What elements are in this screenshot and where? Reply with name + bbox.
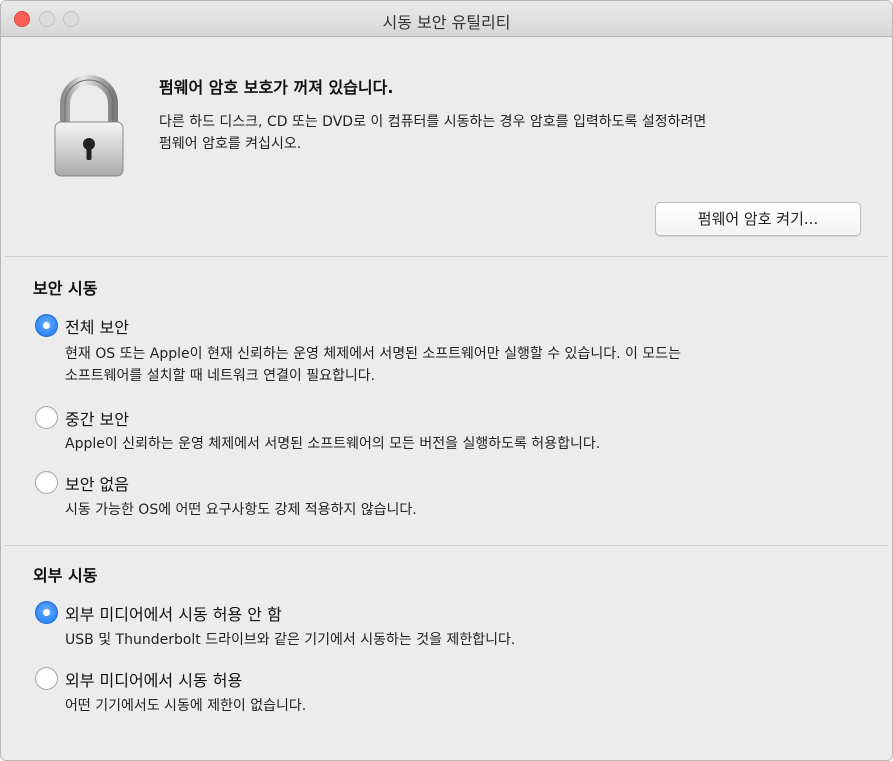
option-description-line: USB 및 Thunderbolt 드라이브와 같은 기기에서 시동하는 것을 … — [65, 632, 516, 648]
lock-icon — [54, 75, 124, 177]
no-security-label[interactable]: 보안 없음 — [65, 471, 129, 495]
turn-on-firmware-password-button[interactable]: 펌웨어 암호 켜기... — [655, 202, 861, 236]
option-description-line: Apple이 신뢰하는 운영 체제에서 서명된 소프트웨어의 모든 버전을 실행… — [65, 436, 601, 452]
medium-security-radio[interactable] — [35, 406, 58, 429]
allow-external-boot-label[interactable]: 외부 미디어에서 시동 허용 — [65, 667, 242, 691]
section-divider — [5, 545, 888, 546]
option-description-line: 시동 가능한 OS에 어떤 요구사항도 강제 적용하지 않습니다. — [65, 502, 417, 518]
option-description-line: 현재 OS 또는 Apple이 현재 신뢰하는 운영 체제에서 서명된 소프트웨… — [65, 346, 681, 362]
allow-external-boot-description: 어떤 기기에서도 시동에 제한이 없습니다. — [65, 695, 845, 717]
disallow-external-boot-label[interactable]: 외부 미디어에서 시동 허용 안 함 — [65, 601, 282, 625]
external-boot-heading: 외부 시동 — [33, 566, 98, 585]
firmware-status-heading: 펌웨어 암호 보호가 꺼져 있습니다. — [159, 78, 394, 97]
title-bar: 시동 보안 유틸리티 — [1, 1, 892, 37]
section-divider — [5, 256, 888, 257]
startup-security-window: 시동 보안 유틸리티 펌웨어 암호 보호가 꺼져 있습니다. 다른 하드 디스크… — [0, 0, 893, 761]
disallow-external-boot-radio[interactable] — [35, 601, 58, 624]
allow-external-boot-radio[interactable] — [35, 667, 58, 690]
firmware-description-line: 다른 하드 디스크, CD 또는 DVD로 이 컴퓨터를 시동하는 경우 암호를… — [159, 114, 707, 130]
firmware-description: 다른 하드 디스크, CD 또는 DVD로 이 컴퓨터를 시동하는 경우 암호를… — [159, 111, 859, 155]
window-title: 시동 보안 유틸리티 — [382, 13, 511, 32]
full-security-description: 현재 OS 또는 Apple이 현재 신뢰하는 운영 체제에서 서명된 소프트웨… — [65, 343, 845, 387]
full-security-radio[interactable] — [35, 314, 58, 337]
secure-boot-heading: 보안 시동 — [33, 279, 98, 298]
option-description-line: 소프트웨어를 설치할 때 네트워크 연결이 필요합니다. — [65, 368, 376, 384]
no-security-description: 시동 가능한 OS에 어떤 요구사항도 강제 적용하지 않습니다. — [65, 499, 845, 521]
no-security-radio[interactable] — [35, 471, 58, 494]
full-security-label[interactable]: 전체 보안 — [65, 314, 129, 338]
window-content: 펌웨어 암호 보호가 꺼져 있습니다. 다른 하드 디스크, CD 또는 DVD… — [5, 38, 888, 756]
firmware-description-line: 펌웨어 암호를 켜십시오. — [159, 136, 302, 152]
firmware-password-section: 펌웨어 암호 보호가 꺼져 있습니다. 다른 하드 디스크, CD 또는 DVD… — [5, 38, 888, 256]
medium-security-description: Apple이 신뢰하는 운영 체제에서 서명된 소프트웨어의 모든 버전을 실행… — [65, 433, 845, 455]
medium-security-label[interactable]: 중간 보안 — [65, 406, 129, 430]
option-description-line: 어떤 기기에서도 시동에 제한이 없습니다. — [65, 698, 307, 714]
disallow-external-boot-description: USB 및 Thunderbolt 드라이브와 같은 기기에서 시동하는 것을 … — [65, 629, 845, 651]
